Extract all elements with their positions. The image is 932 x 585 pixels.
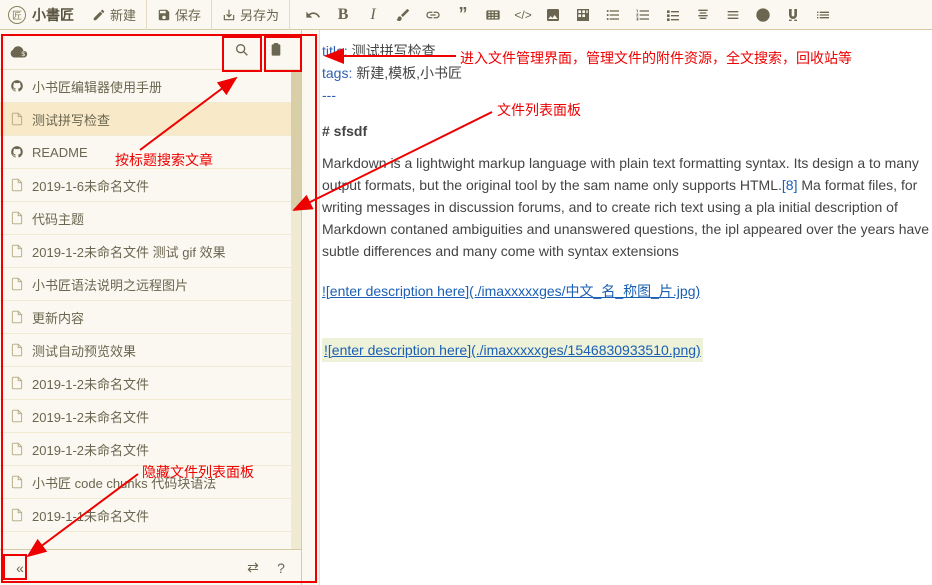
file-manager-button[interactable] (259, 35, 293, 65)
file-label: 测试自动预览效果 (32, 341, 136, 360)
file-item[interactable]: README (0, 136, 301, 169)
file-label: 代码主题 (32, 209, 84, 228)
keyboard-icon[interactable] (478, 0, 508, 30)
meta-title-key: title: (322, 43, 348, 59)
file-icon (10, 277, 24, 291)
file-label: 更新内容 (32, 308, 84, 327)
meta-tags-value: 新建,模板,小书匠 (352, 65, 462, 81)
editor-content[interactable]: title: 测试拼写检查 tags: 新建,模板,小书匠 --- # sfsd… (320, 30, 932, 585)
meta-tags-key: tags: (322, 65, 352, 81)
file-item[interactable]: 2019-1-2未命名文件 (0, 433, 301, 466)
list2-icon[interactable] (808, 0, 838, 30)
file-item[interactable]: 小书匠编辑器使用手册 (0, 70, 301, 103)
file-label: README (32, 145, 88, 160)
file-item[interactable]: 小书匠语法说明之远程图片 (0, 268, 301, 301)
file-label: 2019-1-2未命名文件 (32, 374, 149, 393)
file-icon (10, 475, 24, 489)
file-icon (10, 376, 24, 390)
file-icon (10, 442, 24, 456)
editor-gutter (302, 30, 320, 585)
meta-title-value: 测试拼写检查 (348, 43, 436, 59)
file-icon (10, 244, 24, 258)
file-label: 2019-1-2未命名文件 测试 gif 效果 (32, 242, 226, 261)
file-item[interactable]: 2019-1-6未命名文件 (0, 169, 301, 202)
file-item[interactable]: 2019-1-1未命名文件 (0, 499, 301, 532)
frontmatter-divider: --- (322, 84, 932, 106)
quote-icon[interactable]: ” (448, 0, 478, 30)
file-label: 2019-1-6未命名文件 (32, 176, 149, 195)
github-icon (10, 145, 24, 159)
file-sidebar: $ 小书匠编辑器使用手册测试拼写检查 README 2019-1-6未命名文件代码主… (0, 30, 302, 585)
file-label: 测试拼写检查 (32, 110, 110, 129)
heading-icon[interactable] (688, 0, 718, 30)
file-label: 2019-1-2未命名文件 (32, 440, 149, 459)
file-icon (10, 178, 24, 192)
main-toolbar: 匠 小書匠 新建 保存 另存为 B I ” </> (0, 0, 932, 30)
hr-icon[interactable] (718, 0, 748, 30)
reference-link[interactable]: [8] (782, 177, 798, 193)
app-logo: 匠 小書匠 (0, 5, 82, 25)
search-button[interactable] (225, 35, 259, 65)
paragraph-text: Markdown is a lightwight markup language… (322, 152, 932, 262)
code-icon[interactable]: </> (508, 0, 538, 30)
logo-icon: 匠 (8, 6, 26, 24)
file-icon (10, 343, 24, 357)
file-item[interactable]: 测试拼写检查 (0, 103, 301, 136)
ol-icon[interactable] (628, 0, 658, 30)
clock-icon[interactable] (748, 0, 778, 30)
save-as-button[interactable]: 另存为 (212, 0, 290, 30)
link-icon[interactable] (418, 0, 448, 30)
checklist-icon[interactable] (658, 0, 688, 30)
image-link-2[interactable]: ![enter description here](./imaxxxxxges/… (322, 338, 703, 362)
editor-pane: title: 测试拼写检查 tags: 新建,模板,小书匠 --- # sfsd… (302, 30, 932, 585)
file-icon (10, 211, 24, 225)
github-icon (10, 79, 24, 93)
magnet-icon[interactable] (778, 0, 808, 30)
italic-icon[interactable]: I (358, 0, 388, 30)
help-icon[interactable]: ? (267, 554, 295, 582)
collapse-sidebar-button[interactable]: « (6, 554, 34, 582)
sidebar-footer: « ⇄ ? (0, 549, 301, 585)
file-item[interactable]: 2019-1-2未命名文件 (0, 367, 301, 400)
save-button[interactable]: 保存 (147, 0, 212, 30)
file-label: 小书匠 code chunks 代码块语法 (32, 473, 216, 492)
transfer-icon[interactable]: ⇄ (239, 554, 267, 582)
file-item[interactable]: 更新内容 (0, 301, 301, 334)
app-name: 小書匠 (32, 5, 74, 25)
brush-icon[interactable] (388, 0, 418, 30)
file-label: 小书匠编辑器使用手册 (32, 77, 162, 96)
ul-icon[interactable] (598, 0, 628, 30)
file-icon (10, 409, 24, 423)
heading-text: # sfsdf (322, 120, 932, 142)
file-item[interactable]: 测试自动预览效果 (0, 334, 301, 367)
file-label: 2019-1-2未命名文件 (32, 407, 149, 426)
svg-text:$: $ (21, 50, 25, 57)
image-link-1[interactable]: ![enter description here](./imaxxxxxges/… (322, 280, 932, 302)
file-item[interactable]: 小书匠 code chunks 代码块语法 (0, 466, 301, 499)
file-item[interactable]: 2019-1-2未命名文件 (0, 400, 301, 433)
cloud-storage-icon[interactable]: $ (8, 42, 225, 58)
table-icon[interactable] (568, 0, 598, 30)
scrollbar[interactable] (291, 70, 301, 549)
file-item[interactable]: 代码主题 (0, 202, 301, 235)
image-icon[interactable] (538, 0, 568, 30)
file-label: 2019-1-1未命名文件 (32, 506, 149, 525)
file-list: 小书匠编辑器使用手册测试拼写检查 README 2019-1-6未命名文件代码主题 2… (0, 70, 301, 549)
bold-icon[interactable]: B (328, 0, 358, 30)
file-item[interactable]: 2019-1-2未命名文件 测试 gif 效果 (0, 235, 301, 268)
file-label: 小书匠语法说明之远程图片 (32, 275, 188, 294)
undo-icon[interactable] (298, 0, 328, 30)
file-icon (10, 310, 24, 324)
sidebar-header: $ (0, 30, 301, 70)
file-icon (10, 508, 24, 522)
file-icon (10, 112, 24, 126)
new-button[interactable]: 新建 (82, 0, 147, 30)
